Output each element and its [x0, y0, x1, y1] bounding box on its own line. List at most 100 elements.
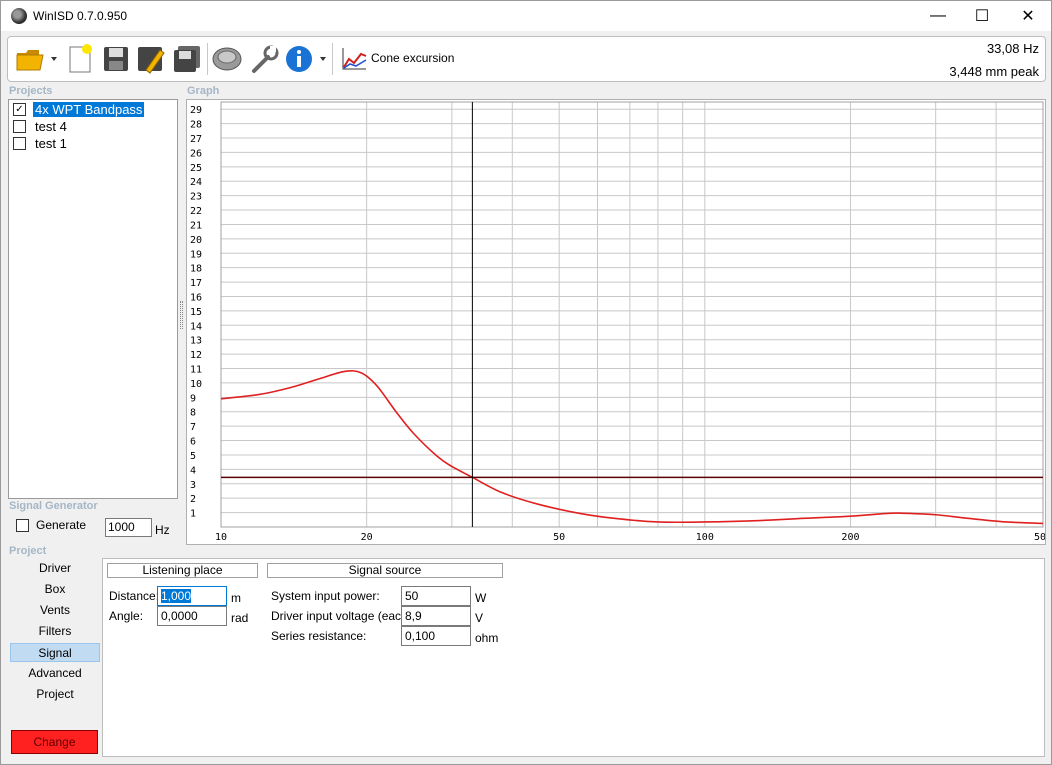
- angle-label: Angle:: [109, 609, 144, 623]
- graph-type-icon[interactable]: [338, 42, 370, 76]
- new-document-icon[interactable]: [64, 42, 96, 76]
- projects-list: ✓ 4x WPT Bandpass test 4 test 1: [8, 99, 178, 499]
- title-bar: WinISD 0.7.0.950 — ☐ ✕: [1, 1, 1051, 31]
- y-tick-label: 23: [190, 192, 202, 203]
- y-tick-label: 29: [190, 105, 202, 116]
- power-label: System input power:: [271, 589, 380, 603]
- x-tick-label: 10: [215, 532, 227, 543]
- y-tick-label: 21: [190, 220, 202, 231]
- y-tick-label: 27: [190, 134, 202, 145]
- y-tick-label: 15: [190, 307, 202, 318]
- y-tick-label: 14: [190, 321, 202, 332]
- y-tick-label: 18: [190, 264, 202, 275]
- nav-item-vents[interactable]: Vents: [10, 601, 100, 620]
- project-item[interactable]: test 1: [11, 135, 176, 152]
- wrench-icon[interactable]: [248, 42, 280, 76]
- distance-value[interactable]: 1,000: [161, 589, 192, 603]
- y-tick-label: 13: [190, 336, 202, 347]
- project-section-label: Project: [9, 545, 47, 557]
- panel-splitter-handle[interactable]: [180, 301, 183, 329]
- maximize-button[interactable]: ☐: [959, 1, 1005, 31]
- driver-icon[interactable]: [211, 42, 243, 76]
- y-tick-label: 10: [190, 379, 202, 390]
- open-folder-icon[interactable]: [14, 42, 46, 76]
- project-name[interactable]: test 4: [33, 119, 69, 134]
- graph-area[interactable]: 1 2 3 4 5 6 7 8 9 10 11 12 13 14 15 16 17 18 19 20 21 22 23 24 2…: [186, 99, 1046, 545]
- generator-frequency-unit: Hz: [155, 523, 170, 537]
- save-all-icon[interactable]: [171, 42, 203, 76]
- distance-label: Distance:: [109, 589, 160, 603]
- nav-item-advanced[interactable]: Advanced: [10, 664, 100, 683]
- project-checkbox[interactable]: [13, 120, 26, 133]
- cone-excursion-chart[interactable]: 1234567891011121314151617181920212223242…: [187, 100, 1045, 544]
- graph-type-selector[interactable]: Cone excursion: [371, 51, 454, 65]
- y-tick-label: 26: [190, 148, 202, 159]
- project-item[interactable]: ✓ 4x WPT Bandpass: [11, 101, 176, 118]
- power-unit: W: [475, 591, 487, 605]
- project-item[interactable]: test 4: [11, 118, 176, 135]
- generate-toggle[interactable]: Generate: [16, 518, 86, 532]
- power-field[interactable]: 50: [401, 586, 471, 606]
- change-button[interactable]: Change: [11, 730, 98, 754]
- y-tick-label: 28: [190, 120, 202, 131]
- signal-generator-section-label: Signal Generator: [9, 500, 98, 512]
- generator-frequency-input[interactable]: 1000: [105, 518, 152, 537]
- y-tick-label: 19: [190, 249, 202, 260]
- x-tick-label: 100: [696, 532, 714, 543]
- x-tick-label: 50: [553, 532, 565, 543]
- x-tick-label: 200: [841, 532, 859, 543]
- distance-field[interactable]: 1,000: [157, 586, 227, 606]
- y-tick-label: 5: [190, 451, 196, 462]
- project-checkbox[interactable]: ✓: [13, 103, 26, 116]
- app-window: WinISD 0.7.0.950 — ☐ ✕ Cone excursion 33…: [0, 0, 1052, 765]
- y-tick-label: 11: [190, 365, 202, 376]
- minimize-button[interactable]: —: [915, 1, 961, 31]
- nav-item-project[interactable]: Project: [10, 685, 100, 704]
- y-tick-label: 16: [190, 292, 202, 303]
- angle-unit: rad: [231, 611, 249, 625]
- resistance-label: Series resistance:: [271, 629, 367, 643]
- project-name[interactable]: 4x WPT Bandpass: [33, 102, 145, 117]
- graph-section-label: Graph: [187, 85, 220, 97]
- generate-checkbox[interactable]: [16, 518, 29, 532]
- edit-icon[interactable]: [135, 42, 167, 76]
- y-tick-label: 8: [190, 408, 196, 419]
- nav-item-driver[interactable]: Driver: [10, 559, 100, 578]
- voltage-field[interactable]: 8,9: [401, 606, 471, 626]
- info-icon[interactable]: [283, 42, 315, 76]
- y-tick-label: 20: [190, 235, 202, 246]
- app-icon: [11, 8, 27, 24]
- nav-item-filters[interactable]: Filters: [10, 622, 100, 641]
- resistance-unit: ohm: [475, 631, 499, 645]
- x-tick-label: 500: [1034, 532, 1045, 543]
- y-tick-label: 22: [190, 206, 202, 217]
- project-name[interactable]: test 1: [33, 136, 69, 151]
- info-dropdown-arrow-icon[interactable]: [320, 57, 326, 61]
- y-tick-label: 2: [190, 494, 196, 505]
- open-dropdown-arrow-icon[interactable]: [51, 57, 57, 61]
- y-tick-label: 6: [190, 437, 196, 448]
- y-tick-label: 17: [190, 278, 202, 289]
- nav-item-signal[interactable]: Signal: [10, 643, 100, 662]
- y-tick-label: 3: [190, 480, 196, 491]
- y-tick-label: 4: [190, 465, 196, 476]
- y-tick-label: 12: [190, 350, 202, 361]
- voltage-unit: V: [475, 611, 484, 625]
- voltage-label: Driver input voltage (each):: [271, 609, 416, 623]
- y-tick-label: 25: [190, 163, 202, 174]
- angle-field[interactable]: 0,0000: [157, 606, 227, 626]
- projects-section-label: Projects: [9, 85, 53, 97]
- signal-panel: Listening place Signal source Distance: …: [102, 558, 1045, 757]
- y-tick-label: 7: [190, 422, 196, 433]
- cursor-frequency-readout: 33,08 Hz: [986, 41, 1039, 56]
- project-checkbox[interactable]: [13, 137, 26, 150]
- close-button[interactable]: ✕: [1005, 1, 1051, 31]
- resistance-field[interactable]: 0,100: [401, 626, 471, 646]
- toolbar: Cone excursion 33,08 Hz 3,448 mm peak: [7, 36, 1046, 82]
- window-title: WinISD 0.7.0.950: [33, 9, 128, 23]
- cursor-value-readout: 3,448 mm peak: [949, 64, 1039, 79]
- nav-item-box[interactable]: Box: [10, 580, 100, 599]
- y-tick-label: 9: [190, 393, 196, 404]
- save-icon[interactable]: [100, 42, 132, 76]
- y-tick-label: 24: [190, 177, 202, 188]
